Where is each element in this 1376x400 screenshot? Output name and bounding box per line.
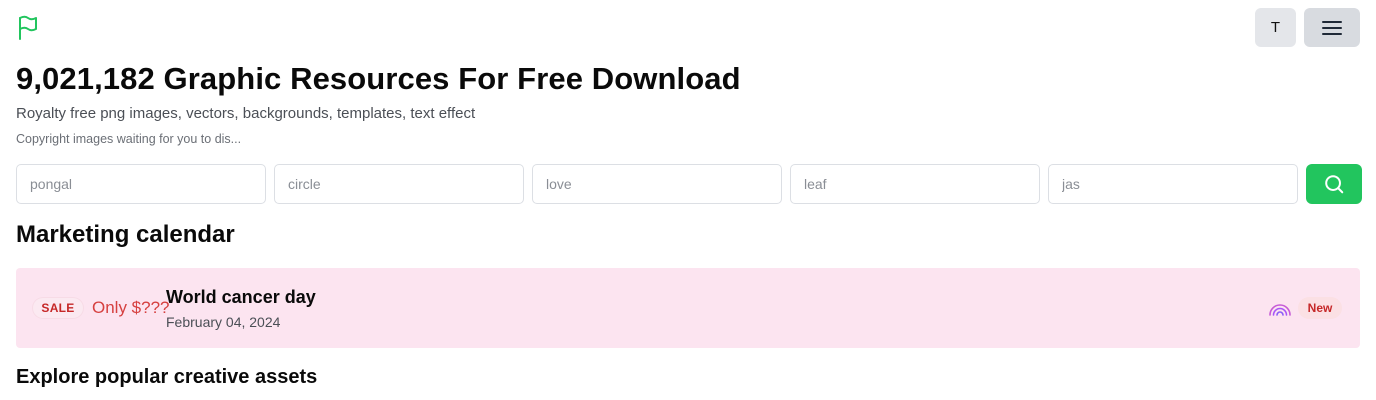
marketing-event-card[interactable]: SALE Only $??? World cancer day February… — [16, 268, 1360, 348]
search-icon — [1325, 175, 1344, 194]
event-date: February 04, 2024 — [166, 314, 281, 330]
sale-badge: SALE — [32, 297, 84, 319]
header-actions: T — [1255, 8, 1360, 47]
marketing-calendar-title: Marketing calendar — [16, 221, 235, 248]
search-bar — [16, 164, 1362, 204]
search-input-3[interactable] — [532, 164, 782, 204]
price-text: Only $??? — [92, 298, 170, 317]
search-input-4[interactable] — [790, 164, 1040, 204]
rainbow-icon — [1269, 304, 1291, 316]
flag-icon[interactable] — [16, 15, 40, 41]
search-button[interactable] — [1306, 164, 1362, 204]
page-subtitle: Royalty free png images, vectors, backgr… — [16, 105, 476, 122]
hamburger-menu-icon — [1322, 20, 1342, 35]
event-name: World cancer day — [166, 287, 316, 307]
copyright-note: Copyright images waiting for you to dis.… — [16, 132, 242, 146]
search-input-2[interactable] — [274, 164, 524, 204]
new-badge: New — [1298, 297, 1342, 319]
search-input-5[interactable] — [1048, 164, 1298, 204]
explore-assets-title: Explore popular creative assets — [16, 366, 318, 388]
menu-button[interactable] — [1304, 8, 1360, 47]
search-input-1[interactable] — [16, 164, 266, 204]
page-title: 9,021,182 Graphic Resources For Free Dow… — [16, 61, 741, 96]
user-avatar-button[interactable]: T — [1255, 8, 1296, 47]
